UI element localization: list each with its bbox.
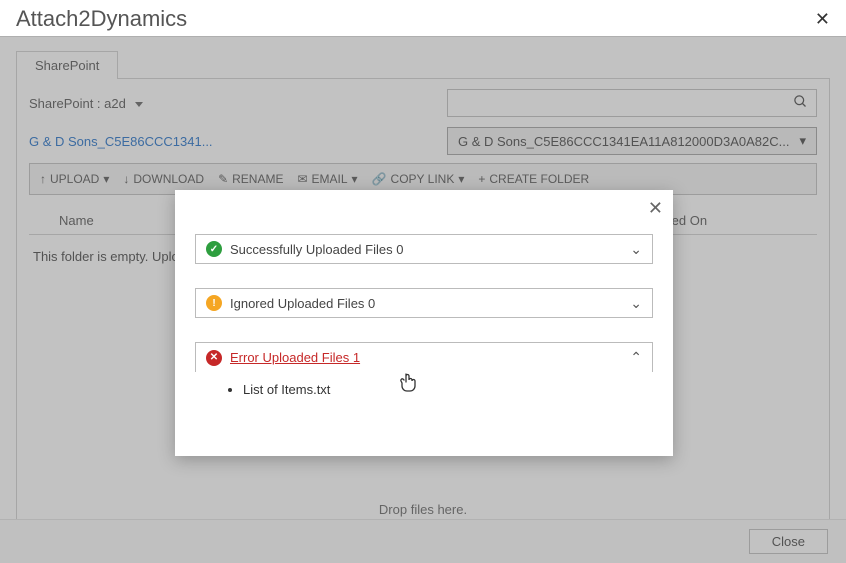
accordion-success-label: Successfully Uploaded Files 0	[230, 242, 403, 257]
accordion-error[interactable]: ✕ Error Uploaded Files 1 ⌃	[195, 342, 653, 372]
accordion-success[interactable]: ✓ Successfully Uploaded Files 0 ⌄	[195, 234, 653, 264]
check-icon: ✓	[206, 241, 222, 257]
error-file-item: List of Items.txt	[243, 382, 653, 397]
chevron-down-icon: ⌄	[630, 295, 642, 312]
upload-result-modal: ✕ ✓ Successfully Uploaded Files 0 ⌄ ! Ig…	[175, 190, 673, 456]
app-title: Attach2Dynamics	[16, 6, 187, 32]
accordion-error-label: Error Uploaded Files 1	[230, 350, 360, 365]
close-icon[interactable]: ✕	[815, 9, 830, 30]
accordion-error-content: List of Items.txt	[195, 382, 653, 401]
modal-close-icon[interactable]: ✕	[648, 198, 663, 219]
modal-body: ✓ Successfully Uploaded Files 0 ⌄ ! Igno…	[175, 190, 673, 411]
chevron-up-icon: ⌃	[630, 349, 642, 366]
window-header: Attach2Dynamics ✕	[0, 0, 846, 37]
warning-icon: !	[206, 295, 222, 311]
error-icon: ✕	[206, 350, 222, 366]
cursor-pointer-icon	[400, 372, 418, 395]
accordion-ignored[interactable]: ! Ignored Uploaded Files 0 ⌄	[195, 288, 653, 318]
chevron-down-icon: ⌄	[630, 241, 642, 258]
accordion-ignored-label: Ignored Uploaded Files 0	[230, 296, 375, 311]
